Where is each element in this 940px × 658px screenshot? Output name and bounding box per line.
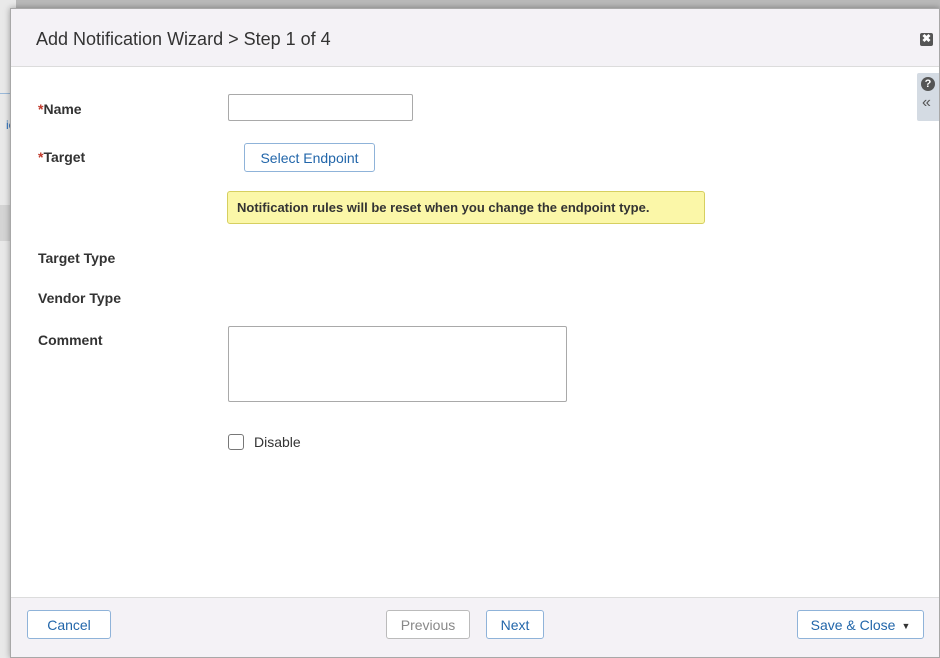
vendor-type-label: Vendor Type [38, 290, 121, 306]
name-label: *Name [38, 101, 82, 117]
target-label: *Target [38, 149, 85, 165]
comment-field[interactable] [228, 326, 567, 402]
previous-button[interactable]: Previous [386, 610, 470, 639]
target-type-label: Target Type [38, 250, 116, 266]
collapse-panel-icon[interactable]: « [922, 93, 931, 113]
disable-checkbox[interactable] [228, 434, 244, 450]
name-input[interactable] [228, 94, 413, 121]
add-notification-wizard-dialog: Add Notification Wizard > Step 1 of 4 ✖ … [10, 8, 940, 658]
disable-label: Disable [254, 434, 301, 450]
comment-label: Comment [38, 332, 103, 348]
dialog-header: Add Notification Wizard > Step 1 of 4 ✖ [11, 9, 939, 67]
help-icon[interactable]: ? [921, 77, 935, 91]
endpoint-warning: Notification rules will be reset when yo… [227, 191, 705, 224]
side-tools: ? « [917, 73, 939, 121]
save-close-button[interactable]: Save & Close ▼ [797, 610, 924, 639]
close-icon[interactable]: ✖ [920, 33, 933, 46]
name-label-text: Name [43, 101, 82, 117]
dialog-title: Add Notification Wizard > Step 1 of 4 [36, 29, 331, 49]
chevron-down-icon[interactable]: ▼ [901, 621, 910, 631]
cancel-button[interactable]: Cancel [27, 610, 111, 639]
dialog-footer: Cancel Previous Next Save & Close ▼ [11, 597, 939, 657]
save-close-label: Save & Close [810, 617, 896, 633]
select-endpoint-button[interactable]: Select Endpoint [244, 143, 375, 172]
target-label-text: Target [43, 149, 86, 165]
next-button[interactable]: Next [486, 610, 544, 639]
